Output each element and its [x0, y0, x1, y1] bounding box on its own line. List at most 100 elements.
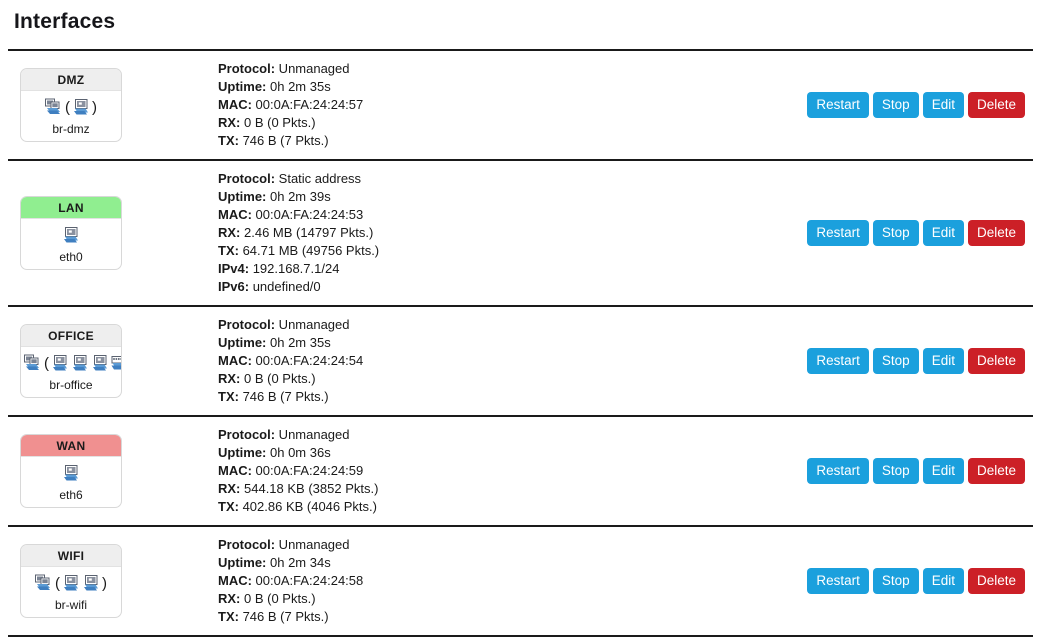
delete-button[interactable]: Delete — [967, 347, 1025, 375]
mac-line-value: 00:0A:FA:24:24:57 — [251, 97, 364, 112]
restart-button[interactable]: Restart — [807, 347, 869, 375]
mac-line-key: MAC: — [218, 207, 252, 222]
ethernet-icon — [61, 463, 81, 483]
interface-badge-cell: LAN eth0 — [8, 160, 218, 306]
tx-line-key: TX: — [218, 133, 239, 148]
uptime-line-key: Uptime: — [218, 79, 267, 94]
page-container: Interfaces DMZ() br-dmz Protocol: Unmanage… — [0, 9, 1039, 637]
mac-line-key: MAC: — [218, 573, 252, 588]
interface-device-name: br-office — [49, 378, 93, 392]
protocol-line-key: Protocol: — [218, 427, 276, 442]
ethernet-icon — [90, 353, 110, 373]
interface-badge-cell: OFFICE () br-office — [8, 306, 218, 416]
ethernet-icon — [61, 573, 81, 593]
interface-badge[interactable]: WIFI () br-wifi — [20, 544, 122, 618]
ethernet-icon — [71, 97, 91, 117]
protocol-line-value: Unmanaged — [275, 61, 350, 76]
tx-line-value: 746 B (7 Pkts.) — [238, 389, 329, 404]
mac-line: MAC: 00:0A:FA:24:24:58 — [218, 572, 763, 590]
rx-line-key: RX: — [218, 481, 241, 496]
interface-actions-cell: Restart Stop Edit Delete — [763, 526, 1033, 636]
interface-row: LAN eth0 Protocol: Static address Uptime: 0… — [8, 160, 1033, 306]
interface-badge[interactable]: DMZ() br-dmz — [20, 68, 122, 142]
interface-badge-cell: DMZ() br-dmz — [8, 50, 218, 160]
page-title: Interfaces — [14, 10, 116, 33]
uptime-line-key: Uptime: — [218, 189, 267, 204]
bridge-icon — [44, 97, 64, 117]
rx-line-key: RX: — [218, 115, 241, 130]
interface-badge[interactable]: WAN eth6 — [20, 434, 122, 508]
delete-button[interactable]: Delete — [967, 91, 1025, 119]
interface-badge-body: eth0 — [21, 219, 121, 269]
stop-button[interactable]: Stop — [872, 457, 919, 485]
rx-line-value: 0 B (0 Pkts.) — [240, 591, 316, 606]
rx-line: RX: 2.46 MB (14797 Pkts.) — [218, 224, 763, 242]
protocol-line: Protocol: Unmanaged — [218, 426, 763, 444]
interface-actions-cell: Restart Stop Edit Delete — [763, 160, 1033, 306]
stop-button[interactable]: Stop — [872, 219, 919, 247]
interface-actions-cell: Restart Stop Edit Delete — [763, 50, 1033, 160]
interfaces-table: DMZ() br-dmz Protocol: Unmanaged Uptime: 0h… — [8, 49, 1033, 637]
uptime-line-value: 0h 2m 35s — [266, 79, 331, 94]
tx-line-value: 746 B (7 Pkts.) — [238, 133, 329, 148]
protocol-line-key: Protocol: — [218, 61, 276, 76]
interface-icons: () — [44, 95, 98, 119]
paren-close-glyph: ) — [102, 574, 107, 592]
edit-button[interactable]: Edit — [922, 219, 964, 247]
stop-button[interactable]: Stop — [872, 347, 919, 375]
tx-line: TX: 746 B (7 Pkts.) — [218, 608, 763, 626]
ipv6-line-key: IPv6: — [218, 279, 250, 294]
ipv6-line: IPv6: undefined/0 — [218, 278, 763, 296]
tx-line: TX: 402.86 KB (4046 Pkts.) — [218, 498, 763, 516]
protocol-line-key: Protocol: — [218, 317, 276, 332]
mac-line: MAC: 00:0A:FA:24:24:53 — [218, 206, 763, 224]
interface-device-name: eth0 — [59, 250, 83, 264]
uptime-line-value: 0h 2m 34s — [266, 555, 331, 570]
rx-line-key: RX: — [218, 591, 241, 606]
edit-button[interactable]: Edit — [922, 347, 964, 375]
ethernet-icon — [70, 353, 90, 373]
protocol-line-key: Protocol: — [218, 171, 276, 186]
rx-line: RX: 544.18 KB (3852 Pkts.) — [218, 480, 763, 498]
mac-line-value: 00:0A:FA:24:24:53 — [251, 207, 364, 222]
restart-button[interactable]: Restart — [807, 219, 869, 247]
paren-open-glyph: ( — [65, 98, 70, 116]
restart-button[interactable]: Restart — [807, 91, 869, 119]
tx-line-value: 64.71 MB (49756 Pkts.) — [238, 243, 380, 258]
ethernet-icon — [81, 573, 101, 593]
restart-button[interactable]: Restart — [807, 567, 869, 595]
tx-line-key: TX: — [218, 389, 239, 404]
zone-label: WAN — [21, 435, 121, 457]
edit-button[interactable]: Edit — [922, 567, 964, 595]
interface-badge[interactable]: OFFICE () br-office — [20, 324, 122, 398]
interface-row: DMZ() br-dmz Protocol: Unmanaged Uptime: 0h… — [8, 50, 1033, 160]
uptime-line-key: Uptime: — [218, 555, 267, 570]
edit-button[interactable]: Edit — [922, 457, 964, 485]
delete-button[interactable]: Delete — [967, 457, 1025, 485]
delete-button[interactable]: Delete — [967, 567, 1025, 595]
protocol-line: Protocol: Unmanaged — [218, 536, 763, 554]
restart-button[interactable]: Restart — [807, 457, 869, 485]
interface-badge-body: () br-wifi — [21, 567, 121, 617]
delete-button[interactable]: Delete — [967, 219, 1025, 247]
edit-button[interactable]: Edit — [922, 91, 964, 119]
ipv4-line: IPv4: 192.168.7.1/24 — [218, 260, 763, 278]
interface-row: WAN eth6 Protocol: Unmanaged Uptime: 0h 0m … — [8, 416, 1033, 526]
protocol-line-key: Protocol: — [218, 537, 276, 552]
protocol-line: Protocol: Unmanaged — [218, 60, 763, 78]
tx-line-value: 746 B (7 Pkts.) — [238, 609, 329, 624]
ethernet-icon — [50, 353, 70, 373]
zone-label: OFFICE — [21, 325, 121, 347]
stop-button[interactable]: Stop — [872, 567, 919, 595]
rx-line-value: 544.18 KB (3852 Pkts.) — [240, 481, 379, 496]
interface-badge-cell: WIFI () br-wifi — [8, 526, 218, 636]
bridge-icon — [34, 573, 54, 593]
protocol-line: Protocol: Unmanaged — [218, 316, 763, 334]
uptime-line: Uptime: 0h 2m 34s — [218, 554, 763, 572]
mac-line-value: 00:0A:FA:24:24:59 — [251, 463, 364, 478]
stop-button[interactable]: Stop — [872, 91, 919, 119]
interface-badge[interactable]: LAN eth0 — [20, 196, 122, 270]
tx-line-key: TX: — [218, 243, 239, 258]
rx-line-value: 0 B (0 Pkts.) — [240, 371, 316, 386]
interface-device-name: eth6 — [59, 488, 83, 502]
